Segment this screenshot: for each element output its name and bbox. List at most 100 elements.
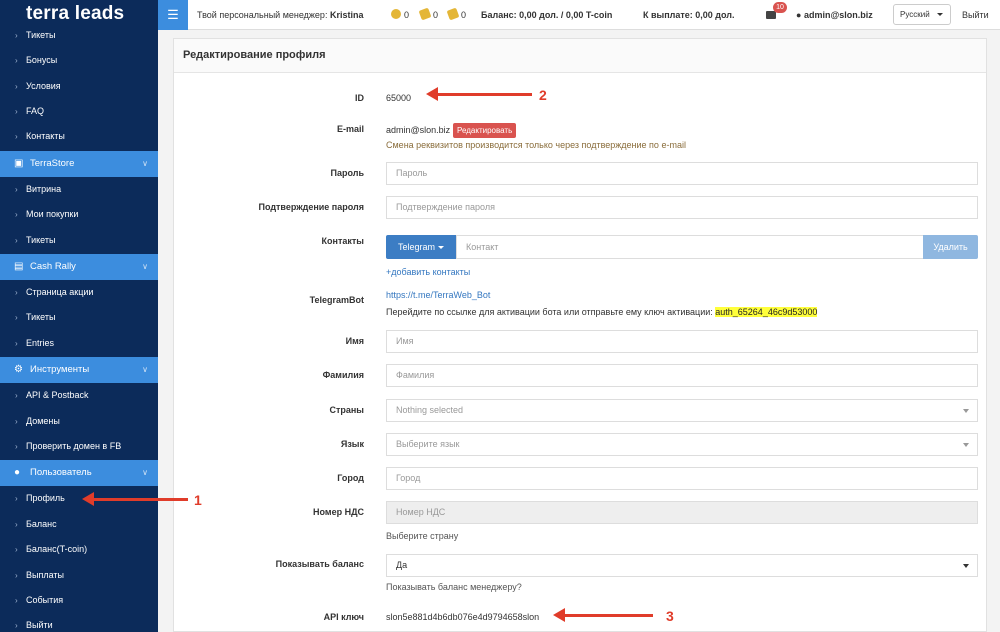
sidebar-item-entries[interactable]: › Entries	[0, 331, 158, 356]
countries-select[interactable]: Nothing selected	[386, 399, 978, 422]
contacts-label: Контакты	[321, 236, 364, 246]
show-balance-select[interactable]: Да	[386, 554, 978, 577]
sidebar-item-balance[interactable]: › Баланс	[0, 512, 158, 537]
sidebar-section-cashrally[interactable]: ▤ Cash Rally ∨	[0, 254, 158, 280]
chevron-right-icon: ›	[15, 545, 18, 554]
profile-panel: Редактирование профиля ID 65000 E-mail a…	[173, 38, 987, 632]
api-key-value: slon5e881d4b6db076e4d9794658slon	[386, 612, 540, 622]
telegrambot-key: auth_65264_46c9d53000	[715, 307, 818, 317]
vat-label: Номер НДС	[313, 507, 364, 517]
annotation-arrow-3	[553, 608, 653, 622]
chevron-right-icon: ›	[15, 596, 18, 605]
chevron-right-icon: ›	[15, 571, 18, 580]
chevron-right-icon: ›	[15, 417, 18, 426]
caret-down-icon	[438, 246, 444, 249]
sidebar: › Тикеты › Бонусы › Условия › FAQ › Контакты …	[0, 30, 158, 632]
delete-contact-button[interactable]: Удалить	[923, 235, 978, 259]
chevron-right-icon: ›	[15, 313, 18, 322]
sidebar-item-terms[interactable]: › Условия	[0, 74, 158, 99]
sidebar-item-promo-page[interactable]: › Страница акции	[0, 280, 158, 305]
chevron-down-icon: ∨	[142, 468, 148, 477]
contact-type-dropdown[interactable]: Telegram	[386, 235, 456, 259]
sidebar-item-events[interactable]: › События	[0, 588, 158, 613]
user-menu[interactable]: ● admin@slon.biz	[796, 0, 873, 30]
email-value: admin@slon.biz	[386, 125, 451, 135]
sidebar-item-faq[interactable]: › FAQ	[0, 99, 158, 124]
money-icon: ▤	[14, 261, 24, 272]
sidebar-section-terrastore[interactable]: ▣ TerraStore ∨	[0, 151, 158, 177]
sidebar-item-domains[interactable]: › Домены	[0, 409, 158, 434]
sidebar-item-bonuses[interactable]: › Бонусы	[0, 48, 158, 73]
chevron-down-icon: ∨	[142, 159, 148, 168]
api-key-label: API ключ	[323, 612, 364, 622]
chevron-right-icon: ›	[15, 210, 18, 219]
id-value: 65000	[386, 93, 412, 103]
envelope-icon[interactable]	[766, 11, 776, 19]
language-select[interactable]: Русский	[893, 4, 951, 25]
id-label: ID	[355, 93, 364, 103]
password-input[interactable]: Пароль	[386, 162, 978, 185]
balance-text: Баланс: 0,00 дол. / 0,00 T-coin	[481, 10, 613, 20]
hamburger-icon: ☰	[167, 7, 179, 22]
sidebar-item-api-postback[interactable]: › API & Postback	[0, 383, 158, 408]
chevron-right-icon: ›	[15, 494, 18, 503]
caret-down-icon	[963, 409, 969, 413]
sidebar-item-payouts[interactable]: › Выплаты	[0, 563, 158, 588]
chevron-right-icon: ›	[15, 442, 18, 451]
annotation-number-1: 1	[194, 492, 202, 508]
chevron-down-icon: ∨	[142, 365, 148, 374]
sidebar-item-logout[interactable]: › Выйти	[0, 613, 158, 632]
chevron-right-icon: ›	[15, 288, 18, 297]
menu-toggle-button[interactable]: ☰	[158, 0, 188, 30]
caret-down-icon	[937, 13, 943, 16]
chevron-right-icon: ›	[15, 56, 18, 65]
chevron-right-icon: ›	[15, 236, 18, 245]
surname-label: Фамилия	[322, 370, 364, 380]
annotation-number-3: 3	[666, 608, 674, 624]
sidebar-item-rally-tickets[interactable]: › Тикеты	[0, 305, 158, 330]
password-confirm-input[interactable]: Подтверждение пароля	[386, 196, 978, 219]
name-input[interactable]: Имя	[386, 330, 978, 353]
language-label: Язык	[340, 439, 364, 449]
sidebar-item-tickets[interactable]: › Тикеты	[0, 23, 158, 48]
user-icon: ●	[796, 10, 802, 20]
coin-icon	[391, 9, 401, 19]
sidebar-item-showcase[interactable]: › Витрина	[0, 177, 158, 202]
vat-hint: Выберите страну	[386, 531, 459, 541]
surname-input[interactable]: Фамилия	[386, 364, 978, 387]
password-confirm-label: Подтверждение пароля	[258, 202, 364, 212]
name-label: Имя	[345, 336, 364, 346]
countries-label: Страны	[329, 405, 364, 415]
chevron-right-icon: ›	[15, 185, 18, 194]
coin-counter-3: 0	[446, 0, 466, 30]
add-contact-link[interactable]: +добавить контакты	[386, 267, 470, 277]
language-select-field[interactable]: Выберите язык	[386, 433, 978, 456]
contact-input[interactable]: Контакт	[456, 235, 924, 259]
sidebar-section-tools[interactable]: ⚙ Инструменты ∨	[0, 357, 158, 383]
city-input[interactable]: Город	[386, 467, 978, 490]
caret-down-icon	[963, 443, 969, 447]
sidebar-item-contacts[interactable]: › Контакты	[0, 124, 158, 149]
logout-link[interactable]: Выйти	[962, 0, 989, 30]
edit-email-button[interactable]: Редактировать	[453, 123, 517, 138]
chevron-right-icon: ›	[15, 621, 18, 630]
email-hint: Смена реквизитов производится только чер…	[386, 140, 686, 150]
user-icon: ●	[14, 467, 21, 478]
sidebar-item-balance-tcoin[interactable]: › Баланс(T-coin)	[0, 537, 158, 562]
chevron-right-icon: ›	[15, 132, 18, 141]
chevron-right-icon: ›	[15, 31, 18, 40]
annotation-arrow-1	[82, 492, 188, 506]
sidebar-item-check-domain[interactable]: › Проверить домен в FB	[0, 434, 158, 459]
sidebar-section-user[interactable]: ● Пользователь ∨	[0, 460, 158, 486]
gift-icon: ▣	[14, 158, 24, 169]
sidebar-item-store-tickets[interactable]: › Тикеты	[0, 228, 158, 253]
chevron-right-icon: ›	[15, 339, 18, 348]
annotation-arrow-2	[426, 87, 532, 101]
manager-label: Твой персональный менеджер:	[197, 10, 328, 20]
telegrambot-link[interactable]: https://t.me/TerraWeb_Bot	[386, 290, 490, 300]
email-label: E-mail	[336, 124, 364, 134]
sidebar-item-purchases[interactable]: › Мои покупки	[0, 202, 158, 227]
chevron-right-icon: ›	[15, 82, 18, 91]
telegrambot-hint: Перейдите по ссылке для активации бота и…	[386, 307, 818, 317]
notification-badge[interactable]: 10	[773, 2, 787, 13]
